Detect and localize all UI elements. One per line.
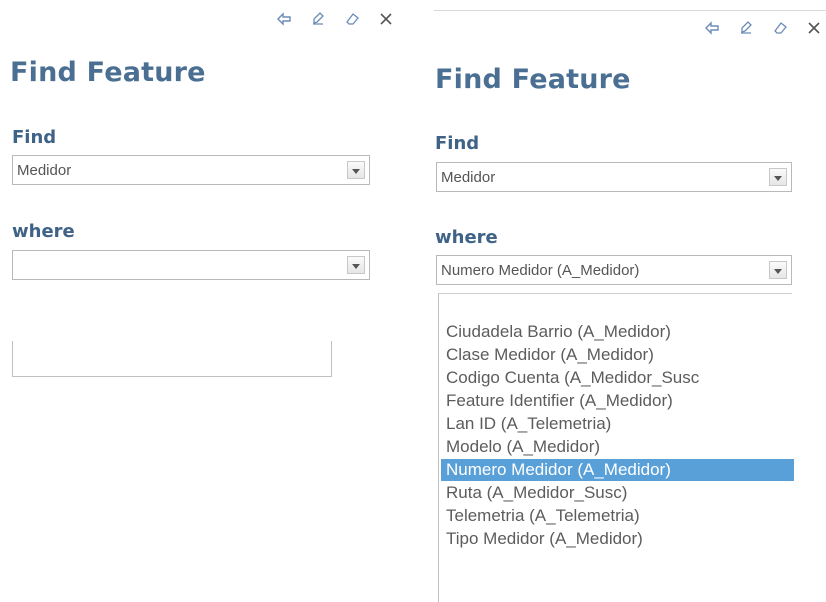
edit-button[interactable] [308, 9, 328, 29]
find-select-value: Medidor [17, 162, 72, 179]
list-item[interactable]: Modelo (A_Medidor) [446, 436, 600, 458]
list-item-selected[interactable]: Numero Medidor (A_Medidor) [441, 459, 794, 481]
back-button[interactable] [702, 18, 722, 38]
back-button[interactable] [274, 9, 294, 29]
back-arrow-icon [277, 12, 291, 26]
close-icon [808, 22, 820, 34]
where-label: where [435, 227, 498, 248]
close-button[interactable] [804, 18, 824, 38]
chevron-down-icon[interactable] [769, 261, 787, 279]
chevron-down-icon[interactable] [769, 168, 787, 186]
list-item[interactable]: Feature Identifier (A_Medidor) [446, 390, 673, 412]
panel-toolbar [274, 9, 396, 29]
page-title: Find Feature [435, 64, 631, 95]
find-select-value: Medidor [441, 169, 496, 186]
edit-button[interactable] [736, 18, 756, 38]
back-arrow-icon [705, 21, 719, 35]
where-select[interactable]: Numero Medidor (A_Medidor) [436, 255, 792, 285]
where-label: where [12, 221, 75, 242]
eraser-icon [346, 13, 359, 25]
find-feature-panel-right: Find Feature Find Medidor where Numero M… [426, 0, 826, 602]
search-value-input[interactable] [12, 341, 332, 377]
where-select-value: Numero Medidor (A_Medidor) [441, 262, 640, 279]
find-label: Find [435, 133, 480, 154]
find-feature-panel-left: Find Feature Find Medidor where [0, 0, 410, 602]
find-select[interactable]: Medidor [436, 162, 792, 192]
edit-icon [741, 21, 752, 34]
eraser-icon [774, 22, 787, 34]
list-item[interactable]: Lan ID (A_Telemetria) [446, 413, 611, 435]
list-item[interactable]: Tipo Medidor (A_Medidor) [446, 528, 643, 550]
clear-button[interactable] [770, 18, 790, 38]
panel-toolbar [702, 18, 824, 38]
close-button[interactable] [376, 9, 396, 29]
find-select[interactable]: Medidor [12, 155, 370, 185]
edit-icon [313, 12, 324, 25]
find-label: Find [12, 127, 57, 148]
list-item[interactable]: Ciudadela Barrio (A_Medidor) [446, 321, 671, 343]
page-title: Find Feature [10, 57, 206, 88]
chevron-down-icon[interactable] [347, 256, 365, 274]
where-options-list[interactable]: Ciudadela Barrio (A_Medidor) Clase Medid… [438, 293, 794, 602]
clear-button[interactable] [342, 9, 362, 29]
list-item[interactable]: Ruta (A_Medidor_Susc) [446, 482, 627, 504]
close-icon [380, 13, 392, 25]
list-item[interactable]: Codigo Cuenta (A_Medidor_Susc [446, 367, 699, 389]
list-item[interactable]: Telemetria (A_Telemetria) [446, 505, 640, 527]
list-item[interactable]: Clase Medidor (A_Medidor) [446, 344, 654, 366]
chevron-down-icon[interactable] [347, 161, 365, 179]
where-select[interactable] [12, 250, 370, 280]
